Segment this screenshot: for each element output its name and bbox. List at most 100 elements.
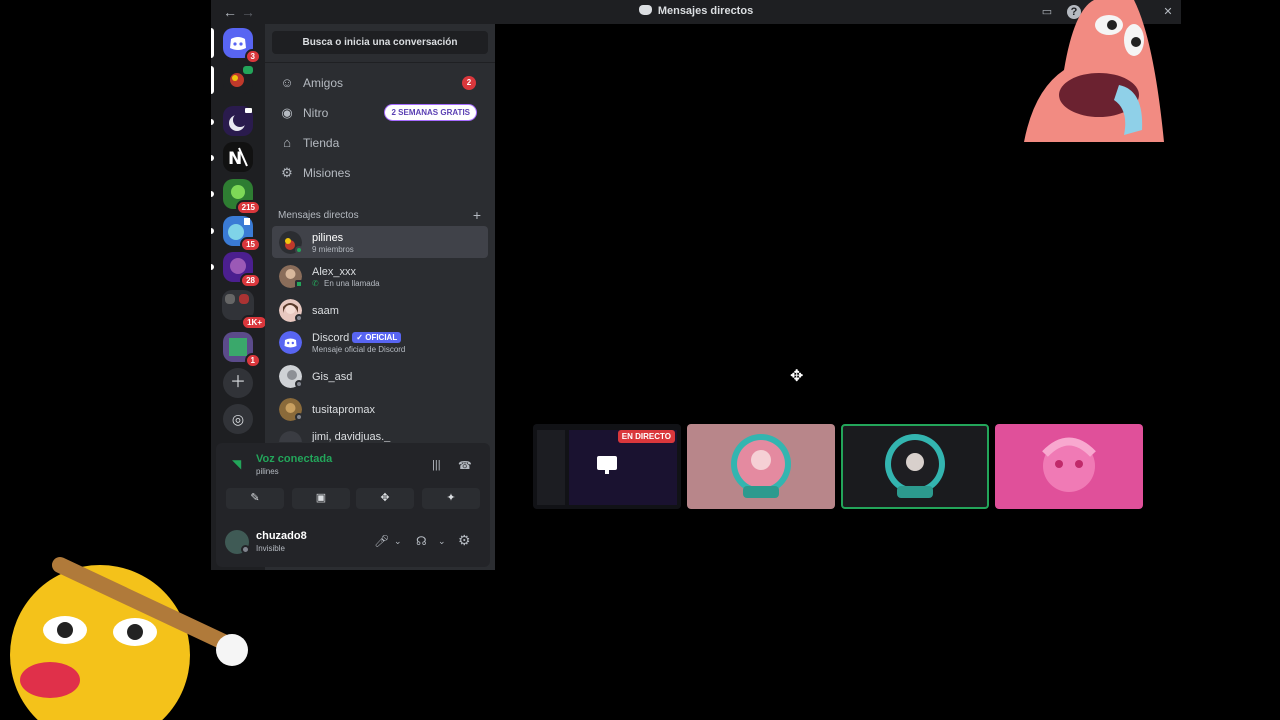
signal-icon: ◥ bbox=[232, 457, 242, 471]
offline-status-indicator bbox=[295, 380, 303, 388]
smiley-sticker-image bbox=[10, 557, 248, 720]
unread-indicator bbox=[211, 119, 214, 125]
screen-share-icon: ▣ bbox=[315, 492, 327, 504]
participant-tile[interactable] bbox=[995, 424, 1143, 509]
friends-icon: ☺ bbox=[280, 75, 294, 90]
explore-servers-compass-icon[interactable]: ◎ bbox=[223, 404, 253, 434]
server-folder[interactable]: 1K+ bbox=[222, 290, 268, 330]
mention-badge: 28 bbox=[240, 273, 261, 288]
participant-tile[interactable] bbox=[687, 424, 835, 509]
participant-avatar bbox=[885, 434, 945, 498]
dm-name: Gis_asd bbox=[312, 371, 353, 383]
nitro-promo-badge: 2 SEMANAS GRATIS bbox=[385, 105, 476, 120]
microphone-icon[interactable]: 🎤︎ bbox=[374, 534, 389, 548]
nitro-icon: ◉ bbox=[281, 105, 293, 120]
chevron-down-icon[interactable]: ⌄ bbox=[394, 536, 402, 547]
dm-subtext: En una llamada bbox=[324, 279, 380, 288]
unread-indicator bbox=[211, 228, 214, 234]
online-status-indicator bbox=[295, 246, 303, 254]
participant-tile-speaking[interactable] bbox=[841, 424, 989, 509]
search-button[interactable]: Busca o inicia una conversación bbox=[272, 31, 488, 54]
unread-indicator bbox=[211, 155, 214, 161]
soundboard-icon: ✦ bbox=[446, 492, 456, 504]
activities-icon: ✥ bbox=[380, 492, 390, 504]
mention-badge: 1K+ bbox=[241, 315, 268, 330]
voice-channel-name[interactable]: pilines bbox=[256, 467, 279, 476]
dm-name: Alex_xxx bbox=[312, 266, 357, 278]
camera-off-icon: ✎ bbox=[250, 492, 260, 504]
mention-badge: 3 bbox=[244, 49, 261, 64]
discord-logo-icon bbox=[638, 5, 652, 15]
dm-item-saam[interactable]: saam bbox=[272, 294, 488, 326]
live-badge: EN DIRECTO bbox=[617, 430, 675, 443]
dm-name: jimi, davidjuas._ bbox=[312, 431, 391, 442]
username[interactable]: chuzado8 bbox=[256, 530, 307, 542]
direct-messages-home-button[interactable]: 3 bbox=[223, 28, 261, 64]
dm-subtext: 9 miembros bbox=[312, 245, 354, 254]
selected-indicator bbox=[211, 28, 214, 58]
dm-item-tusitapromax[interactable]: tusitapromax bbox=[272, 393, 488, 425]
nav-friends-label: Amigos bbox=[303, 76, 344, 90]
dm-item-pilines[interactable]: pilines 9 miembros bbox=[272, 226, 488, 258]
mention-badge: 215 bbox=[235, 200, 261, 215]
dm-name: Discord ✓ OFICIAL bbox=[312, 332, 402, 344]
offline-status-indicator bbox=[295, 413, 303, 421]
user-status: Invisible bbox=[256, 544, 285, 553]
create-dm-plus-icon[interactable]: + bbox=[473, 207, 481, 223]
server-icon[interactable] bbox=[223, 106, 253, 136]
phone-icon: ✆ bbox=[312, 279, 319, 288]
official-badge: ✓ OFICIAL bbox=[352, 332, 402, 343]
divider bbox=[265, 62, 495, 63]
participant-avatar bbox=[731, 434, 791, 498]
server-icon[interactable]: N bbox=[223, 142, 253, 172]
server-avatar-icon: N bbox=[228, 147, 248, 169]
stream-tile[interactable]: EN DIRECTO bbox=[533, 424, 681, 509]
camera-off-button[interactable]: ✎ bbox=[226, 488, 284, 509]
discord-avatar-icon bbox=[279, 331, 302, 354]
chevron-down-icon[interactable]: ⌄ bbox=[438, 536, 446, 547]
soundboard-button[interactable]: ✦ bbox=[422, 488, 480, 509]
window-title-text: Mensajes directos bbox=[657, 5, 754, 17]
server-icon[interactable]: 15 bbox=[223, 216, 261, 252]
server-icon[interactable] bbox=[223, 64, 253, 94]
dm-item-jimi-group[interactable]: jimi, davidjuas._ bbox=[272, 426, 488, 442]
friends-count-badge: 2 bbox=[462, 76, 476, 90]
voice-panel: ◥ Voz conectada pilines ||| ☎ ✎ ▣ ✥ ✦ ch… bbox=[216, 443, 490, 567]
dm-name: pilines bbox=[312, 232, 344, 244]
server-icon[interactable]: 1 bbox=[223, 332, 261, 368]
server-avatar-icon bbox=[230, 66, 253, 87]
selected-indicator bbox=[211, 66, 214, 94]
nav-shop[interactable]: ⌂ Tienda bbox=[272, 129, 488, 157]
headphones-icon[interactable]: ☊ bbox=[416, 534, 427, 548]
quests-icon: ⚙ bbox=[281, 165, 293, 180]
server-avatar-icon bbox=[229, 108, 252, 131]
dm-item-discord[interactable]: Discord ✓ OFICIAL Mensaje oficial de Disc… bbox=[272, 326, 488, 358]
mention-badge: 15 bbox=[240, 237, 261, 252]
shop-icon: ⌂ bbox=[283, 135, 291, 150]
dm-subtext: Mensaje oficial de Discord bbox=[312, 345, 406, 354]
settings-gear-icon[interactable]: ⚙ bbox=[458, 532, 471, 549]
add-server-button[interactable]: ＋ bbox=[223, 368, 253, 398]
nav-friends[interactable]: ☺ Amigos 2 bbox=[272, 69, 488, 97]
noise-suppression-icon[interactable]: ||| bbox=[432, 459, 441, 471]
voice-status-title[interactable]: Voz conectada bbox=[256, 453, 332, 465]
patrick-sticker-image bbox=[1024, 0, 1164, 142]
dm-name-text: Discord bbox=[312, 332, 350, 344]
screen-share-button[interactable]: ▣ bbox=[292, 488, 350, 509]
server-icon[interactable]: 28 bbox=[223, 252, 261, 288]
server-icon[interactable]: 215 bbox=[223, 179, 261, 215]
dm-section-header: Mensajes directos bbox=[278, 210, 359, 221]
move-cursor-icon: ✥ bbox=[790, 368, 804, 385]
mobile-status-indicator bbox=[295, 280, 303, 288]
activities-button[interactable]: ✥ bbox=[356, 488, 414, 509]
dm-item-gis[interactable]: Gis_asd bbox=[272, 360, 488, 392]
nav-quests[interactable]: ⚙ Misiones bbox=[272, 159, 488, 187]
disconnect-call-icon[interactable]: ☎ bbox=[458, 459, 472, 472]
dm-name: saam bbox=[312, 305, 339, 317]
nav-nitro[interactable]: ◉ Nitro 2 SEMANAS GRATIS bbox=[272, 99, 488, 127]
nav-quests-label: Misiones bbox=[303, 166, 351, 180]
unread-indicator bbox=[211, 191, 214, 197]
dm-item-alex[interactable]: Alex_xxx En una llamada ✆ bbox=[272, 260, 488, 292]
group-avatar bbox=[279, 431, 302, 442]
dm-name: tusitapromax bbox=[312, 404, 375, 416]
